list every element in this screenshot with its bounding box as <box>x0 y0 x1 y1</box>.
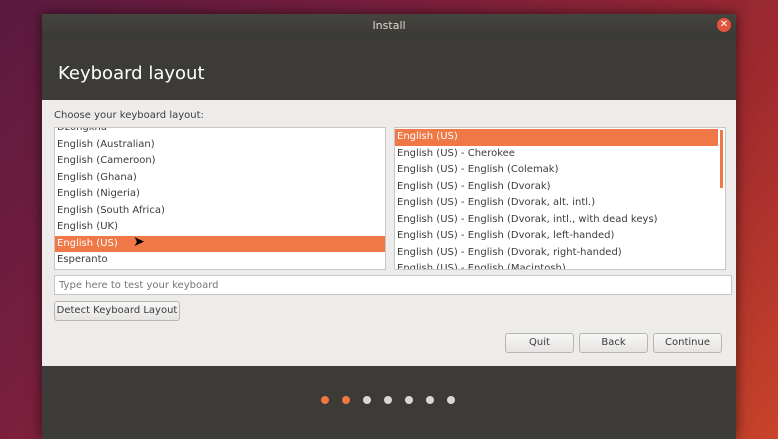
list-item[interactable]: English (US) - English (Dvorak, intl., w… <box>395 212 718 229</box>
list-item[interactable]: Dzongkha <box>55 128 385 137</box>
list-item[interactable]: English (US) - English (Dvorak, left-han… <box>395 228 718 245</box>
list-item[interactable]: English (Nigeria) <box>55 186 385 203</box>
progress-dot <box>342 396 350 404</box>
continue-button[interactable]: Continue <box>653 333 722 353</box>
back-button[interactable]: Back <box>579 333 648 353</box>
progress-dots <box>321 396 455 404</box>
close-icon[interactable]: ✕ <box>717 18 731 32</box>
page-header: Keyboard layout <box>42 38 736 100</box>
list-item[interactable]: English (UK) <box>55 219 385 236</box>
layout-prompt: Choose your keyboard layout: <box>54 110 204 121</box>
list-item[interactable]: English (South Africa) <box>55 203 385 220</box>
quit-button[interactable]: Quit <box>505 333 574 353</box>
window-title: Install <box>372 19 406 32</box>
keyboard-test-input[interactable] <box>54 275 732 295</box>
list-item[interactable]: English (US) - English (Colemak) <box>395 162 718 179</box>
list-item[interactable]: English (US) - English (Dvorak) <box>395 179 718 196</box>
detect-keyboard-layout-button[interactable]: Detect Keyboard Layout <box>54 301 180 321</box>
list-item[interactable]: English (Ghana) <box>55 170 385 187</box>
list-item-selected[interactable]: English (US) <box>395 129 718 146</box>
progress-dot <box>321 396 329 404</box>
footer <box>42 366 736 439</box>
page-title: Keyboard layout <box>58 63 205 84</box>
list-item[interactable]: English (US) - English (Dvorak, right-ha… <box>395 245 718 262</box>
list-item[interactable]: English (US) - Cherokee <box>395 146 718 163</box>
variant-list[interactable]: English (US) English (US) - Cherokee Eng… <box>394 127 726 270</box>
title-bar: Install ✕ <box>42 14 736 38</box>
language-list[interactable]: Dzongkha English (Australian) English (C… <box>54 127 386 270</box>
list-item[interactable]: English (US) - English (Dvorak, alt. int… <box>395 195 718 212</box>
progress-dot <box>363 396 371 404</box>
list-item-selected[interactable]: English (US) <box>55 235 385 252</box>
list-item[interactable]: Esperanto <box>55 252 385 269</box>
list-item[interactable]: English (Australian) <box>55 137 385 154</box>
progress-dot <box>426 396 434 404</box>
progress-dot <box>384 396 392 404</box>
installer-window: Install ✕ Keyboard layout Choose your ke… <box>42 14 736 439</box>
progress-dot <box>405 396 413 404</box>
scrollbar[interactable] <box>720 130 723 188</box>
list-item[interactable]: English (Cameroon) <box>55 153 385 170</box>
progress-dot <box>447 396 455 404</box>
list-item[interactable]: English (US) - English (Macintosh) <box>395 261 718 269</box>
content-area: Choose your keyboard layout: Dzongkha En… <box>42 100 736 366</box>
mouse-pointer-icon: ➤ <box>133 234 145 250</box>
